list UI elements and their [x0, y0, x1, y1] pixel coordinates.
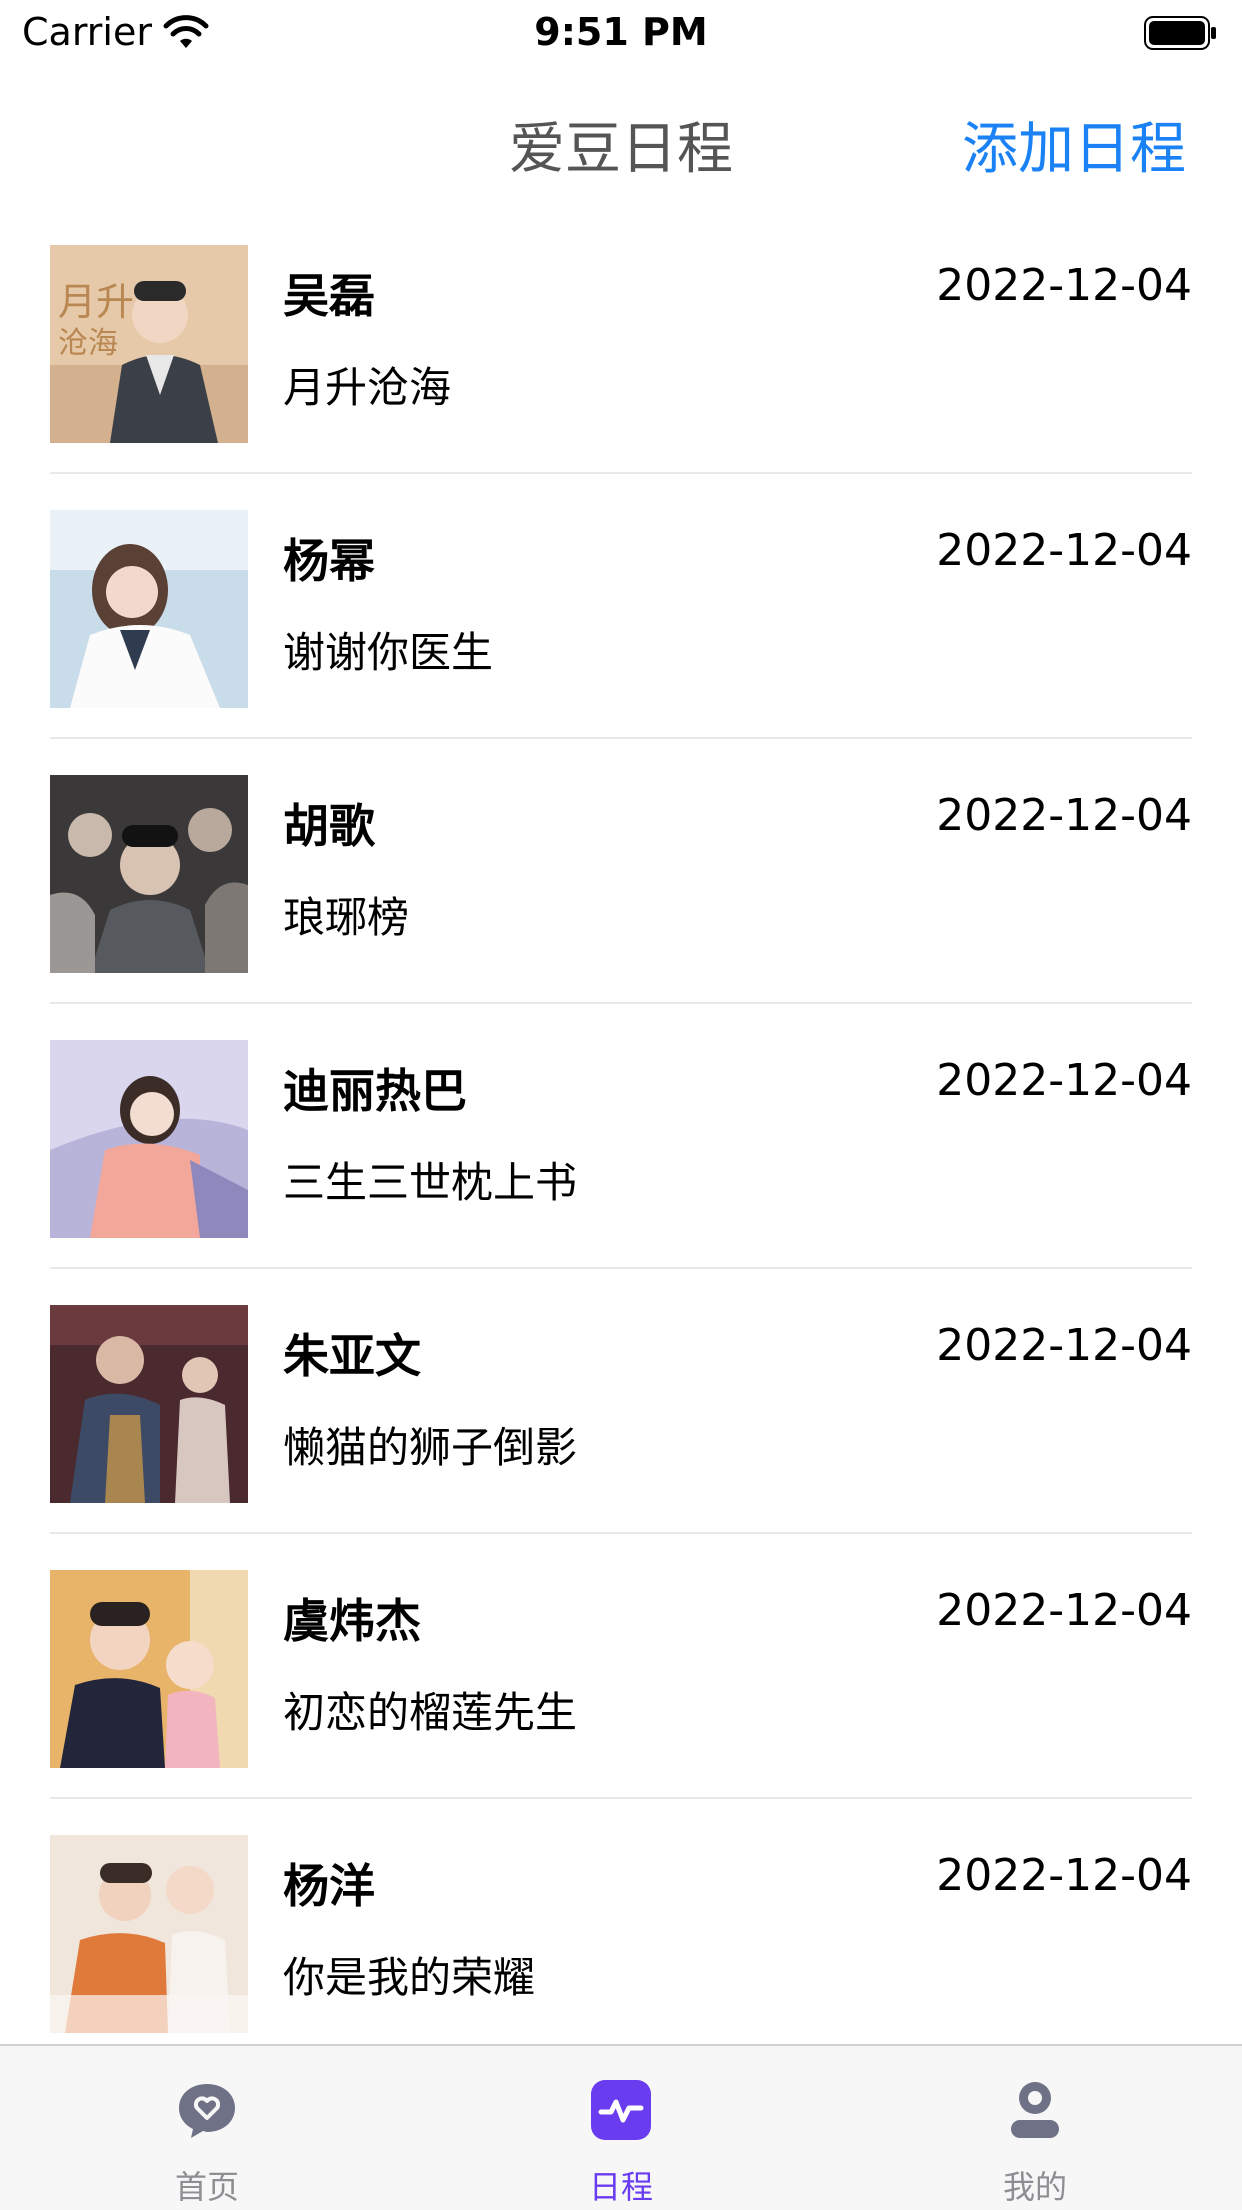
nav-bar: 爱豆日程 添加日程 — [0, 68, 1242, 208]
tab-label: 我的 — [1002, 2168, 1067, 2206]
poster-thumbnail — [50, 1570, 248, 1768]
tab-home[interactable]: 首页 — [0, 2046, 414, 2210]
list-item[interactable]: 月升 沧海 吴磊 2022-12-04 月升沧海 — [0, 208, 1242, 474]
poster-thumbnail — [50, 1305, 248, 1503]
show-title: 懒猫的狮子倒影 — [283, 1423, 578, 1472]
show-title: 琅琊榜 — [283, 893, 410, 942]
tab-me[interactable]: 我的 — [828, 2046, 1242, 2210]
tab-label: 首页 — [174, 2168, 239, 2206]
idol-name: 迪丽热巴 — [283, 1064, 467, 1118]
heart-chat-icon — [179, 2084, 235, 2138]
poster-thumbnail: 月升 沧海 — [50, 245, 248, 443]
pulse-icon — [591, 2080, 651, 2140]
show-title: 初恋的榴莲先生 — [283, 1688, 578, 1737]
schedule-date: 2022-12-04 — [936, 1585, 1192, 1636]
poster-thumbnail — [50, 775, 248, 973]
person-icon — [1011, 2082, 1059, 2138]
tab-label: 日程 — [588, 2168, 653, 2206]
idol-name: 吴磊 — [283, 269, 375, 323]
status-bar: Carrier 9:51 PM — [0, 0, 1242, 68]
tab-schedule[interactable]: 日程 — [414, 2046, 828, 2210]
list-item[interactable]: 迪丽热巴 2022-12-04 三生三世枕上书 — [0, 1003, 1242, 1269]
schedule-date: 2022-12-04 — [936, 260, 1192, 311]
poster-thumbnail — [50, 510, 248, 708]
schedule-date: 2022-12-04 — [936, 1320, 1192, 1371]
schedule-date: 2022-12-04 — [936, 1055, 1192, 1106]
schedule-list[interactable]: 月升 沧海 吴磊 2022-12-04 月升沧海 杨幂 2022-12-04 谢… — [0, 208, 1242, 2044]
idol-name: 杨幂 — [283, 534, 375, 588]
idol-name: 朱亚文 — [283, 1329, 421, 1383]
list-item[interactable]: 杨洋 2022-12-04 你是我的荣耀 — [0, 1798, 1242, 2044]
list-item[interactable]: 朱亚文 2022-12-04 懒猫的狮子倒影 — [0, 1268, 1242, 1534]
show-title: 月升沧海 — [283, 363, 452, 412]
schedule-date: 2022-12-04 — [936, 525, 1192, 576]
show-title: 你是我的荣耀 — [283, 1953, 536, 2002]
clock: 9:51 PM — [534, 10, 708, 54]
svg-text:月升: 月升 — [58, 280, 134, 324]
tab-bar: 首页 日程 我的 — [0, 2044, 1242, 2210]
schedule-date: 2022-12-04 — [936, 1850, 1192, 1901]
schedule-date: 2022-12-04 — [936, 790, 1192, 841]
list-item[interactable]: 杨幂 2022-12-04 谢谢你医生 — [0, 473, 1242, 739]
list-item[interactable]: 胡歌 2022-12-04 琅琊榜 — [0, 738, 1242, 1004]
idol-name: 杨洋 — [283, 1859, 375, 1913]
battery-icon — [1144, 16, 1216, 50]
show-title: 三生三世枕上书 — [283, 1158, 578, 1207]
add-schedule-button[interactable]: 添加日程 — [962, 104, 1186, 185]
list-item[interactable]: 虞炜杰 2022-12-04 初恋的榴莲先生 — [0, 1533, 1242, 1799]
poster-thumbnail — [50, 1040, 248, 1238]
poster-thumbnail — [50, 1835, 248, 2033]
show-title: 谢谢你医生 — [283, 628, 494, 677]
idol-name: 虞炜杰 — [283, 1594, 421, 1648]
svg-text:沧海: 沧海 — [58, 326, 118, 361]
idol-name: 胡歌 — [283, 799, 375, 853]
